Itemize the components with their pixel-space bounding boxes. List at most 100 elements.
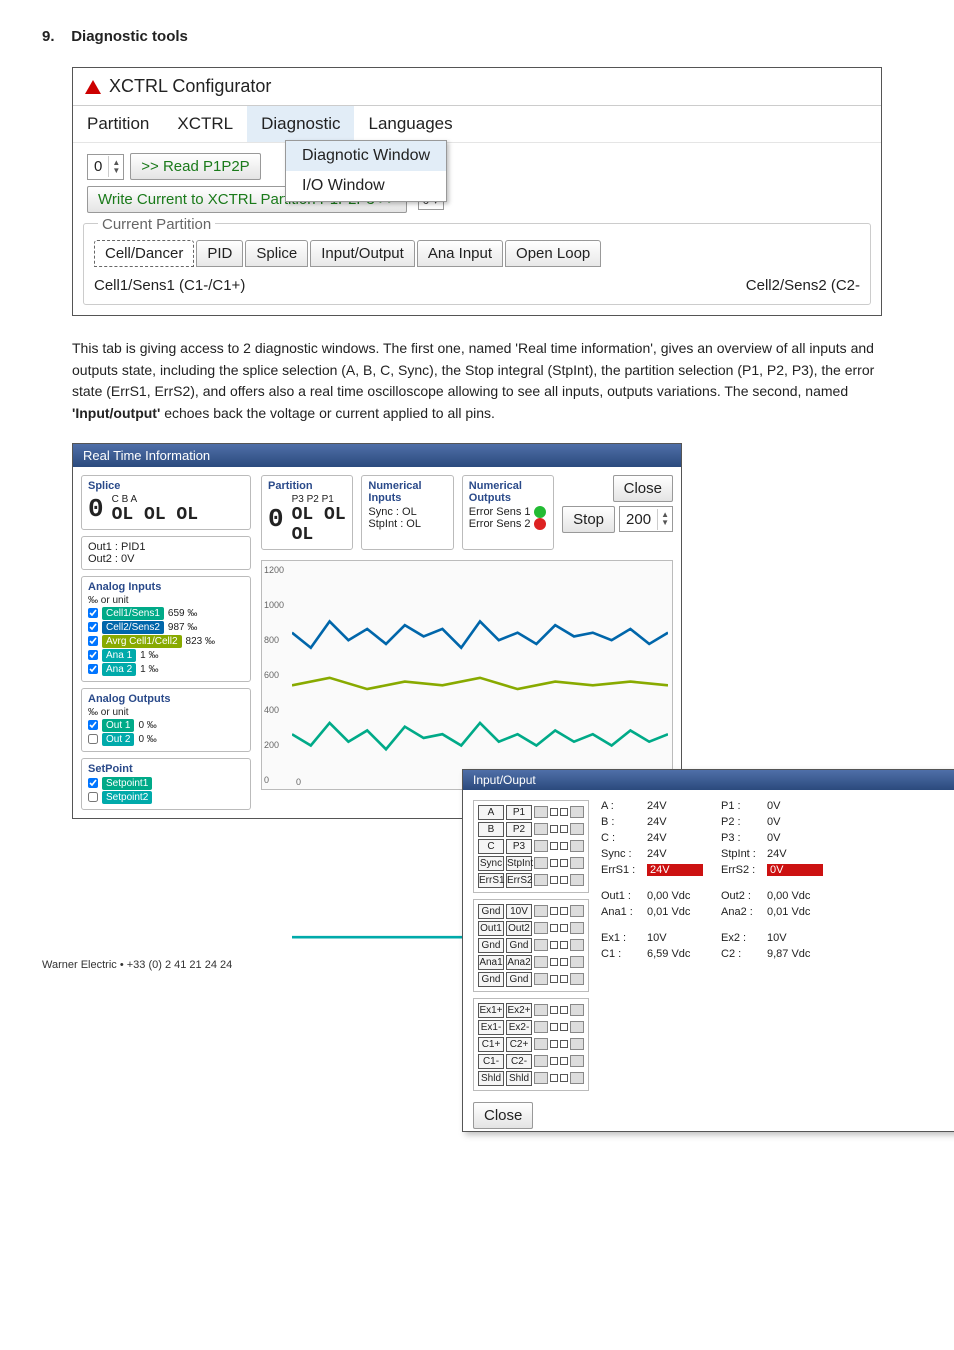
tab-pid[interactable]: PID [196,240,243,267]
sp-chip: Setpoint1 [102,777,152,790]
tab-open-loop[interactable]: Open Loop [505,240,601,267]
y-tick: 600 [264,670,284,680]
sp-checkbox[interactable] [88,778,98,788]
connector-row: Ex1-Ex2- [478,1020,584,1035]
io-label: B : [601,816,647,828]
pin-icon [550,876,558,884]
menu-bar: Partition XCTRL Diagnostic Languages [73,106,881,143]
io-close-button[interactable]: Close [473,1102,533,1129]
screw-icon [570,840,584,852]
num-inputs-panel: Numerical Inputs Sync : OL StpInt : OL [361,475,453,550]
screw-icon [534,1038,548,1050]
screw-icon [534,874,548,886]
stop-button[interactable]: Stop [562,506,615,533]
analog-outputs-panel: Analog Outputs ‰ or unit Out 1 0 ‰ Out 2… [81,688,251,752]
configurator-window: XCTRL Configurator Partition XCTRL Diagn… [72,67,882,316]
screw-icon [534,973,548,985]
pin-icon [560,907,568,915]
io-value: 0,01 Vdc [647,906,703,918]
screw-icon [570,973,584,985]
figure-diagnostic-windows: Real Time Information Splice 0 C B A OL … [72,443,882,819]
close-button[interactable]: Close [613,475,673,502]
setpoint-panel: SetPoint Setpoint1 Setpoint2 [81,758,251,810]
terminal-label: Gnd [506,938,532,953]
menu-languages[interactable]: Languages [354,106,466,142]
interval-spinner[interactable]: 200 ▲▼ [619,506,673,532]
terminal-label: Out2 [506,921,532,936]
ao-chip: Out 2 [102,733,134,746]
screw-icon [570,956,584,968]
io-label: C2 : [721,948,767,960]
screw-icon [534,857,548,869]
ai-checkbox[interactable] [88,650,98,660]
splice-labels: C B A [112,494,198,505]
partition-labels: P3 P2 P1 [292,494,347,505]
ai-value: 1 ‰ [140,650,158,661]
out1-label: Out1 : PID1 [88,541,244,553]
io-label: ErrS1 : [601,864,647,876]
tab-input-output[interactable]: Input/Output [310,240,415,267]
pin-icon [560,1057,568,1065]
terminal-label: C2+ [506,1037,532,1052]
screw-icon [534,905,548,917]
fieldset-label: Current Partition [98,216,215,233]
section-heading: 9. Diagnostic tools [42,28,912,45]
dropdown-io-window[interactable]: I/O Window [286,171,446,201]
ai-value: 1 ‰ [140,664,158,675]
spinner-arrows-icon[interactable]: ▲▼ [109,159,123,175]
ai-row: Cell2/Sens2 987 ‰ [88,621,244,634]
cell2-label: Cell2/Sens2 (C2- [746,277,860,294]
pin-icon [550,907,558,915]
ai-chip: Ana 2 [102,663,136,676]
splice-head: Splice [88,480,244,492]
connector-row: SyncStpInt [478,856,584,871]
ai-checkbox[interactable] [88,664,98,674]
menu-diagnostic[interactable]: Diagnostic [247,106,354,142]
ao-unit: ‰ or unit [88,707,244,718]
io-label: Ex2 : [721,932,767,944]
io-label: P2 : [721,816,767,828]
tab-splice[interactable]: Splice [245,240,308,267]
screw-icon [570,806,584,818]
tab-ana-input[interactable]: Ana Input [417,240,503,267]
io-value: 10V [647,932,703,944]
ai-row: Ana 2 1 ‰ [88,663,244,676]
io-value: 24V [647,816,703,828]
spinner-value: 0 [88,156,109,177]
sp-checkbox[interactable] [88,792,98,802]
read-button[interactable]: >> Read P1P2P [130,153,260,180]
tab-cell-dancer[interactable]: Cell/Dancer [94,240,194,267]
terminal-label: Gnd [506,972,532,987]
terminal-label: Ex1+ [478,1003,504,1018]
dropdown-diagnotic-window[interactable]: Diagnotic Window [286,141,446,171]
terminal-label: P3 [506,839,532,854]
ai-row: Ana 1 1 ‰ [88,649,244,662]
io-label: C1 : [601,948,647,960]
spinner-arrows-icon[interactable]: ▲▼ [658,511,672,527]
terminal-label: Gnd [478,904,504,919]
ai-checkbox[interactable] [88,608,98,618]
io-values-col1: A :24VB :24VC :24VSync :24VErrS1 :24V [601,800,703,876]
screw-icon [570,1038,584,1050]
io-value: 10V [767,932,823,944]
body-paragraph: This tab is giving access to 2 diagnosti… [72,338,882,425]
ai-checkbox[interactable] [88,622,98,632]
terminal-label: Gnd [478,938,504,953]
connector-row: Gnd10V [478,904,584,919]
io-value: 0V [767,816,823,828]
ao-checkbox[interactable] [88,734,98,744]
footer-left: Warner Electric • +33 (0) 2 41 21 24 24 [42,959,232,971]
realtime-titlebar: Real Time Information [73,444,681,467]
led-green-icon [534,506,546,518]
pin-icon [560,842,568,850]
partition-spinner[interactable]: 0 ▲▼ [87,154,124,180]
screw-icon [534,922,548,934]
menu-xctrl[interactable]: XCTRL [163,106,247,142]
menu-partition[interactable]: Partition [73,106,163,142]
diagnostic-dropdown: Diagnotic Window I/O Window [285,140,447,202]
terminal-label: ErrS2 [506,873,532,888]
ai-checkbox[interactable] [88,636,98,646]
ao-checkbox[interactable] [88,720,98,730]
screw-icon [534,939,548,951]
pin-icon [550,859,558,867]
